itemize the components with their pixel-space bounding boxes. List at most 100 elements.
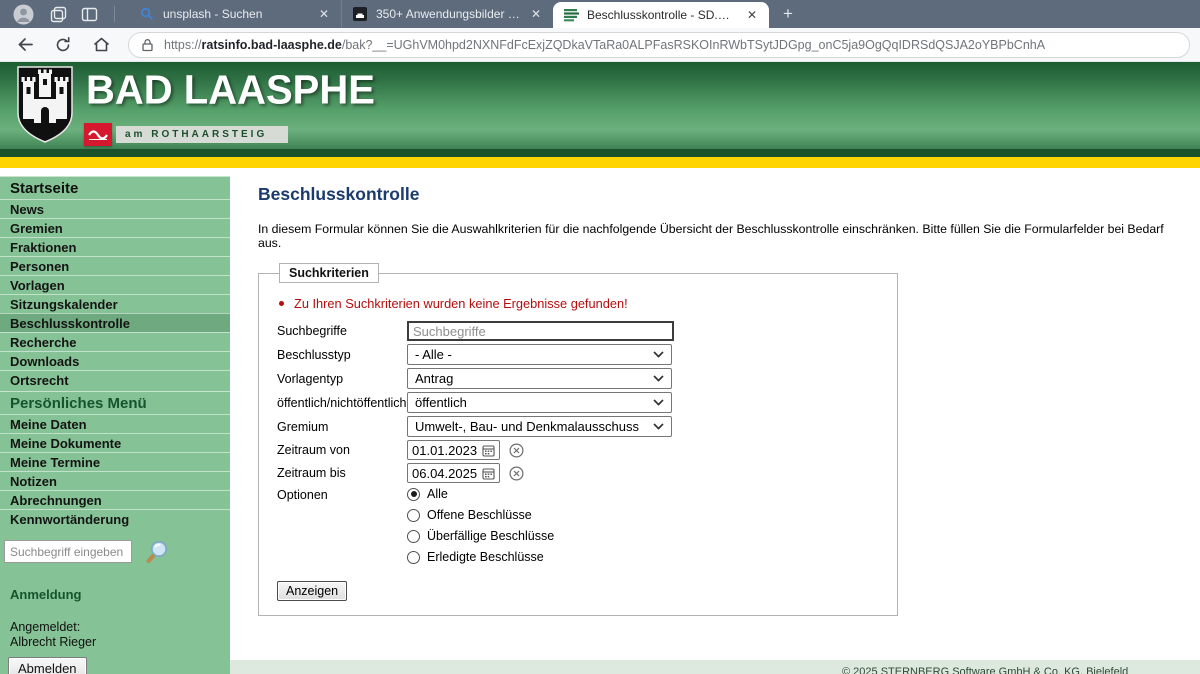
chevron-down-icon bbox=[653, 399, 664, 406]
login-header: Anmeldung bbox=[0, 587, 230, 602]
label-zeitraum-bis: Zeitraum bis bbox=[277, 466, 407, 480]
city-tagline: am ROTHAARSTEIG bbox=[116, 126, 288, 143]
beschlusstyp-select[interactable]: - Alle - bbox=[407, 344, 672, 365]
browser-tab-bar: unsplash - Suchen ✕ 350+ Anwendungsbilde… bbox=[0, 0, 1200, 28]
sidebar-item-meine-dokumente[interactable]: Meine Dokumente bbox=[0, 433, 230, 452]
tab-anwendungsbilder[interactable]: 350+ Anwendungsbilder [HD] | La ✕ bbox=[341, 0, 553, 28]
anzeigen-button[interactable]: Anzeigen bbox=[277, 581, 347, 601]
chevron-down-icon bbox=[653, 351, 664, 358]
workspaces-icon[interactable] bbox=[50, 6, 67, 23]
label-oeffentlich: öffentlich/nichtöffentlich bbox=[277, 396, 407, 410]
suchbegriffe-input[interactable] bbox=[407, 321, 674, 341]
sidebar-item-downloads[interactable]: Downloads bbox=[0, 351, 230, 370]
tab-beschlusskontrolle-active[interactable]: Beschlusskontrolle - SD.NET RIM ✕ bbox=[553, 2, 769, 28]
label-gremium: Gremium bbox=[277, 420, 407, 434]
close-icon[interactable]: ✕ bbox=[745, 8, 759, 22]
search-criteria-fieldset: Suchkriterien Zu Ihren Suchkriterien wur… bbox=[258, 263, 898, 616]
sidebar-item-sitzungskalender[interactable]: Sitzungskalender bbox=[0, 294, 230, 313]
sidebar-item-meine-termine[interactable]: Meine Termine bbox=[0, 452, 230, 471]
radio-button[interactable] bbox=[407, 488, 420, 501]
url-text: https://ratsinfo.bad-laasphe.de/bak?__=U… bbox=[164, 38, 1045, 52]
sidebar-item-personen[interactable]: Personen bbox=[0, 256, 230, 275]
close-icon[interactable]: ✕ bbox=[317, 7, 331, 21]
unsplash-icon bbox=[352, 6, 368, 22]
fieldset-legend: Suchkriterien bbox=[279, 263, 379, 283]
sidebar-item-news[interactable]: News bbox=[0, 199, 230, 218]
label-beschlusstyp: Beschlusstyp bbox=[277, 348, 407, 362]
radio-option-alle[interactable]: Alle bbox=[407, 487, 554, 501]
new-tab-button[interactable]: + bbox=[769, 0, 807, 28]
label-vorlagentyp: Vorlagentyp bbox=[277, 372, 407, 386]
label-zeitraum-von: Zeitraum von bbox=[277, 443, 407, 457]
back-icon[interactable] bbox=[12, 32, 38, 58]
zeitraum-von-input[interactable]: 01.01.2023 bbox=[407, 440, 500, 460]
copyright-text: © 2025 STERNBERG Software GmbH & Co. KG,… bbox=[842, 666, 1128, 674]
tab-unsplash-search[interactable]: unsplash - Suchen ✕ bbox=[129, 0, 341, 28]
browser-toolbar: https://ratsinfo.bad-laasphe.de/bak?__=U… bbox=[0, 28, 1200, 62]
tab-title: 350+ Anwendungsbilder [HD] | La bbox=[376, 7, 521, 21]
tab-title: Beschlusskontrolle - SD.NET RIM bbox=[587, 8, 737, 22]
radio-button[interactable] bbox=[407, 551, 420, 564]
banner-gap bbox=[0, 168, 1200, 176]
sidebar-search-input[interactable] bbox=[4, 540, 132, 563]
sidebar-item-notizen[interactable]: Notizen bbox=[0, 471, 230, 490]
logout-button[interactable]: Abmelden bbox=[8, 657, 87, 674]
sidebar-item-abrechnungen[interactable]: Abrechnungen bbox=[0, 490, 230, 509]
banner-dark-strip bbox=[0, 149, 1200, 157]
radio-button[interactable] bbox=[407, 530, 420, 543]
oeffentlich-select[interactable]: öffentlich bbox=[407, 392, 672, 413]
site-banner: BAD LAASPHE am ROTHAARSTEIG bbox=[0, 62, 1200, 149]
home-icon[interactable] bbox=[88, 32, 114, 58]
error-bullet-icon bbox=[279, 301, 284, 306]
sidebar-header-startseite[interactable]: Startseite bbox=[0, 176, 230, 199]
logged-in-user: Albrecht Rieger bbox=[10, 635, 230, 650]
radio-option-erledigte[interactable]: Erledigte Beschlüsse bbox=[407, 550, 554, 564]
radio-button[interactable] bbox=[407, 509, 420, 522]
radio-option-offene[interactable]: Offene Beschlüsse bbox=[407, 508, 554, 522]
label-optionen: Optionen bbox=[277, 488, 407, 502]
banner-yellow-strip bbox=[0, 157, 1200, 168]
page-title: Beschlusskontrolle bbox=[258, 184, 1200, 205]
search-icon bbox=[139, 6, 155, 22]
rothaarsteig-logo bbox=[84, 123, 112, 146]
sidebar-item-meine-daten[interactable]: Meine Daten bbox=[0, 414, 230, 433]
calendar-icon[interactable] bbox=[482, 444, 495, 457]
tab-title: unsplash - Suchen bbox=[163, 7, 309, 21]
chevron-down-icon bbox=[653, 375, 664, 382]
page-footer: © 2025 STERNBERG Software GmbH & Co. KG,… bbox=[230, 660, 1200, 674]
error-message: Zu Ihren Suchkriterien wurden keine Erge… bbox=[294, 296, 628, 311]
profile-avatar-icon[interactable] bbox=[10, 1, 36, 27]
sidebar-item-kennwortaenderung[interactable]: Kennwortänderung bbox=[0, 509, 230, 528]
magnifier-icon[interactable] bbox=[144, 538, 171, 565]
error-message-row: Zu Ihren Suchkriterien wurden keine Erge… bbox=[279, 296, 879, 311]
address-bar[interactable]: https://ratsinfo.bad-laasphe.de/bak?__=U… bbox=[128, 32, 1190, 58]
lock-icon bbox=[141, 38, 154, 52]
gremium-select[interactable]: Umwelt-, Bau- und Denkmalausschuss bbox=[407, 416, 672, 437]
sidebar-item-fraktionen[interactable]: Fraktionen bbox=[0, 237, 230, 256]
refresh-icon[interactable] bbox=[50, 32, 76, 58]
clear-date-icon[interactable] bbox=[509, 466, 524, 481]
sidebar-item-recherche[interactable]: Recherche bbox=[0, 332, 230, 351]
clear-date-icon[interactable] bbox=[509, 443, 524, 458]
sidebar-item-ortsrecht[interactable]: Ortsrecht bbox=[0, 370, 230, 389]
zeitraum-bis-input[interactable]: 06.04.2025 bbox=[407, 463, 500, 483]
close-icon[interactable]: ✕ bbox=[529, 7, 543, 21]
vertical-tabs-icon[interactable] bbox=[81, 6, 98, 23]
sidebar-header-persoenliches-menue: Persönliches Menü bbox=[0, 391, 230, 414]
chevron-down-icon bbox=[653, 423, 664, 430]
radio-option-ueberfaellige[interactable]: Überfällige Beschlüsse bbox=[407, 529, 554, 543]
label-suchbegriffe: Suchbegriffe bbox=[277, 324, 407, 338]
sdnet-rim-icon bbox=[563, 7, 579, 23]
tabbar-separator bbox=[114, 6, 115, 22]
city-name: BAD LAASPHE bbox=[86, 67, 375, 113]
coat-of-arms bbox=[16, 65, 74, 145]
vorlagentyp-select[interactable]: Antrag bbox=[407, 368, 672, 389]
optionen-radio-group: Alle Offene Beschlüsse Überfällige Besch… bbox=[407, 487, 554, 564]
logged-in-status: Angemeldet: Albrecht Rieger bbox=[0, 620, 230, 650]
sidebar-item-gremien[interactable]: Gremien bbox=[0, 218, 230, 237]
sidebar-item-vorlagen[interactable]: Vorlagen bbox=[0, 275, 230, 294]
sidebar: Startseite News Gremien Fraktionen Perso… bbox=[0, 176, 230, 674]
logged-in-label: Angemeldet: bbox=[10, 620, 230, 635]
calendar-icon[interactable] bbox=[482, 467, 495, 480]
sidebar-item-beschlusskontrolle[interactable]: Beschlusskontrolle bbox=[0, 313, 230, 332]
